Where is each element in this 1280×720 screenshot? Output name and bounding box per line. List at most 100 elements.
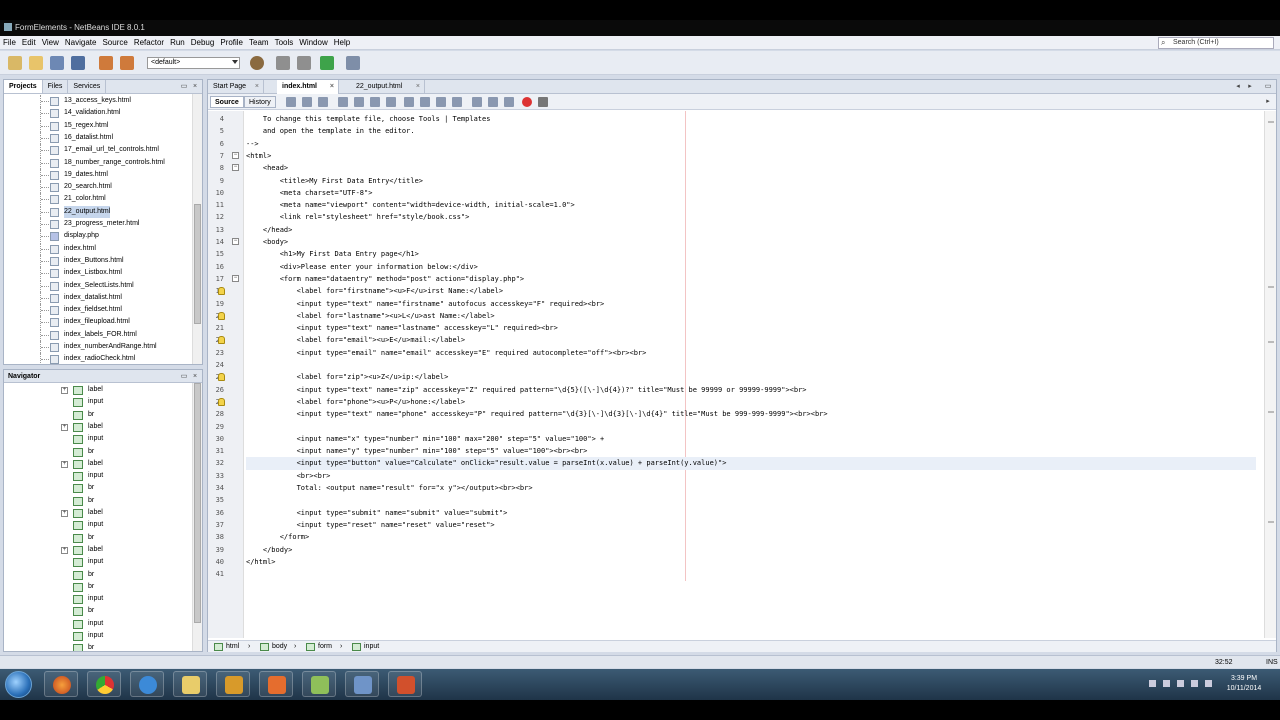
menu-help[interactable]: Help xyxy=(331,36,353,50)
previous-bookmark-icon[interactable] xyxy=(420,97,430,107)
file-tree-item[interactable]: index_numberAndRange.html xyxy=(4,341,193,353)
expand-toggle-icon[interactable]: + xyxy=(61,387,68,394)
taskbar-firefox[interactable] xyxy=(44,671,78,697)
file-tree-item[interactable]: display.php xyxy=(4,230,193,243)
navigator-node[interactable]: input xyxy=(4,556,193,568)
tray-arrow-icon[interactable] xyxy=(1149,680,1156,687)
menu-window[interactable]: Window xyxy=(296,36,330,50)
shift-left-icon[interactable] xyxy=(472,97,482,107)
run-icon[interactable] xyxy=(320,56,334,70)
menu-file[interactable]: File xyxy=(0,36,19,50)
editor-scrollbar[interactable] xyxy=(1264,111,1276,638)
taskbar-netbeans[interactable] xyxy=(345,671,379,697)
navigator-node[interactable]: + label xyxy=(4,384,193,396)
menu-run[interactable]: Run xyxy=(167,36,188,50)
back-icon[interactable] xyxy=(302,97,312,107)
menu-source[interactable]: Source xyxy=(99,36,130,50)
navigator-node[interactable]: input xyxy=(4,519,193,531)
code-area[interactable]: To change this template file, choose Too… xyxy=(246,111,1256,638)
find-next-icon[interactable] xyxy=(370,97,380,107)
hint-bulb-icon[interactable] xyxy=(218,311,225,320)
tab-22-output-html[interactable]: 22_output.html × xyxy=(351,80,425,94)
clean-build-icon[interactable] xyxy=(297,56,311,70)
taskbar-media[interactable] xyxy=(216,671,250,697)
menu-team[interactable]: Team xyxy=(246,36,272,50)
file-tree-item[interactable]: 18_number_range_controls.html xyxy=(4,156,193,169)
menu-profile[interactable]: Profile xyxy=(217,36,246,50)
close-icon[interactable]: × xyxy=(191,83,199,91)
navigator-node[interactable]: br xyxy=(4,605,193,617)
scroll-tabs-right-icon[interactable]: ▸ xyxy=(1246,83,1254,91)
menu-edit[interactable]: Edit xyxy=(19,36,39,50)
file-tree-item[interactable]: index_Buttons.html xyxy=(4,254,193,267)
fold-toggle-icon[interactable]: − xyxy=(232,274,239,282)
navigator-scrollbar[interactable] xyxy=(192,383,202,651)
redo-icon[interactable] xyxy=(120,56,134,70)
new-project-icon[interactable] xyxy=(8,56,22,70)
tab-services[interactable]: Services xyxy=(68,80,107,93)
toggle-selection-icon[interactable] xyxy=(404,97,414,107)
shift-right-icon[interactable] xyxy=(488,97,498,107)
start-macro-icon[interactable] xyxy=(522,97,532,107)
last-edit-icon[interactable] xyxy=(286,97,296,107)
taskbar-explorer[interactable] xyxy=(173,671,207,697)
close-tab-icon[interactable]: × xyxy=(255,80,259,94)
next-bookmark-icon[interactable] xyxy=(436,97,446,107)
navigator-node[interactable]: br xyxy=(4,532,193,544)
expand-toggle-icon[interactable]: + xyxy=(61,460,68,468)
scroll-tabs-left-icon[interactable]: ◂ xyxy=(1234,83,1242,91)
file-tree-item[interactable]: 15_regex.html xyxy=(4,119,193,132)
close-tab-icon[interactable]: × xyxy=(416,80,420,94)
open-project-icon[interactable] xyxy=(50,56,64,70)
file-tree-item[interactable]: 17_email_url_tel_controls.html xyxy=(4,144,193,157)
volume-icon[interactable] xyxy=(1205,680,1212,687)
navigator-node[interactable]: + label xyxy=(4,544,193,556)
menu-tools[interactable]: Tools xyxy=(272,36,297,50)
find-previous-icon[interactable] xyxy=(354,97,364,107)
breadcrumb-item-input[interactable]: input xyxy=(352,642,379,652)
save-all-icon[interactable] xyxy=(71,56,85,70)
navigator-node[interactable]: br xyxy=(4,569,193,581)
build-icon[interactable] xyxy=(276,56,290,70)
taskbar-notepad[interactable] xyxy=(302,671,336,697)
hint-bulb-icon[interactable] xyxy=(218,287,225,296)
expand-icon[interactable]: ▸ xyxy=(1264,98,1272,106)
navigator-node[interactable]: input xyxy=(4,396,193,408)
navigator-node[interactable]: input xyxy=(4,470,193,482)
navigator-node[interactable]: + label xyxy=(4,507,193,519)
file-tree-item[interactable]: 20_search.html xyxy=(4,181,193,194)
navigator-node[interactable]: input xyxy=(4,593,193,605)
expand-toggle-icon[interactable]: + xyxy=(61,423,68,431)
find-icon[interactable] xyxy=(338,97,348,107)
file-tree-item[interactable]: index_datalist.html xyxy=(4,291,193,304)
scrollbar-thumb[interactable] xyxy=(194,383,201,623)
breadcrumb-item-form[interactable]: form xyxy=(306,642,332,652)
tab-history[interactable]: History xyxy=(244,96,276,108)
hint-bulb-icon[interactable] xyxy=(218,373,225,382)
stop-macro-icon[interactable] xyxy=(538,97,548,107)
tab-index-html[interactable]: index.html × xyxy=(277,80,339,94)
navigator-node[interactable]: input xyxy=(4,630,193,642)
taskbar-ie[interactable] xyxy=(130,671,164,697)
navigator-node[interactable]: br xyxy=(4,446,193,458)
file-tree-item[interactable]: index_SelectLists.html xyxy=(4,279,193,292)
breadcrumb-item-body[interactable]: body xyxy=(260,642,287,652)
file-tree-item[interactable]: index_Listbox.html xyxy=(4,267,193,280)
forward-icon[interactable] xyxy=(318,97,328,107)
clock[interactable]: 3:39 PM 10/11/2014 xyxy=(1224,674,1264,694)
fold-toggle-icon[interactable]: − xyxy=(232,238,239,245)
file-tree-item[interactable]: index_fileupload.html xyxy=(4,316,193,329)
minimize-icon[interactable]: ▭ xyxy=(180,373,188,381)
navigator-node[interactable]: br xyxy=(4,482,193,494)
file-tree-item[interactable]: index_labels_FOR.html xyxy=(4,328,193,341)
navigator-node[interactable]: input xyxy=(4,433,193,445)
flag-icon[interactable] xyxy=(1163,680,1170,687)
close-icon[interactable]: × xyxy=(191,373,199,381)
web-browser-icon[interactable] xyxy=(250,56,264,70)
navigator-node[interactable]: + label xyxy=(4,421,193,433)
menu-view[interactable]: View xyxy=(39,36,62,50)
start-button[interactable] xyxy=(5,671,32,698)
navigator-node[interactable]: input xyxy=(4,618,193,630)
tab-source[interactable]: Source xyxy=(210,96,244,108)
navigator-node[interactable]: br xyxy=(4,642,193,651)
